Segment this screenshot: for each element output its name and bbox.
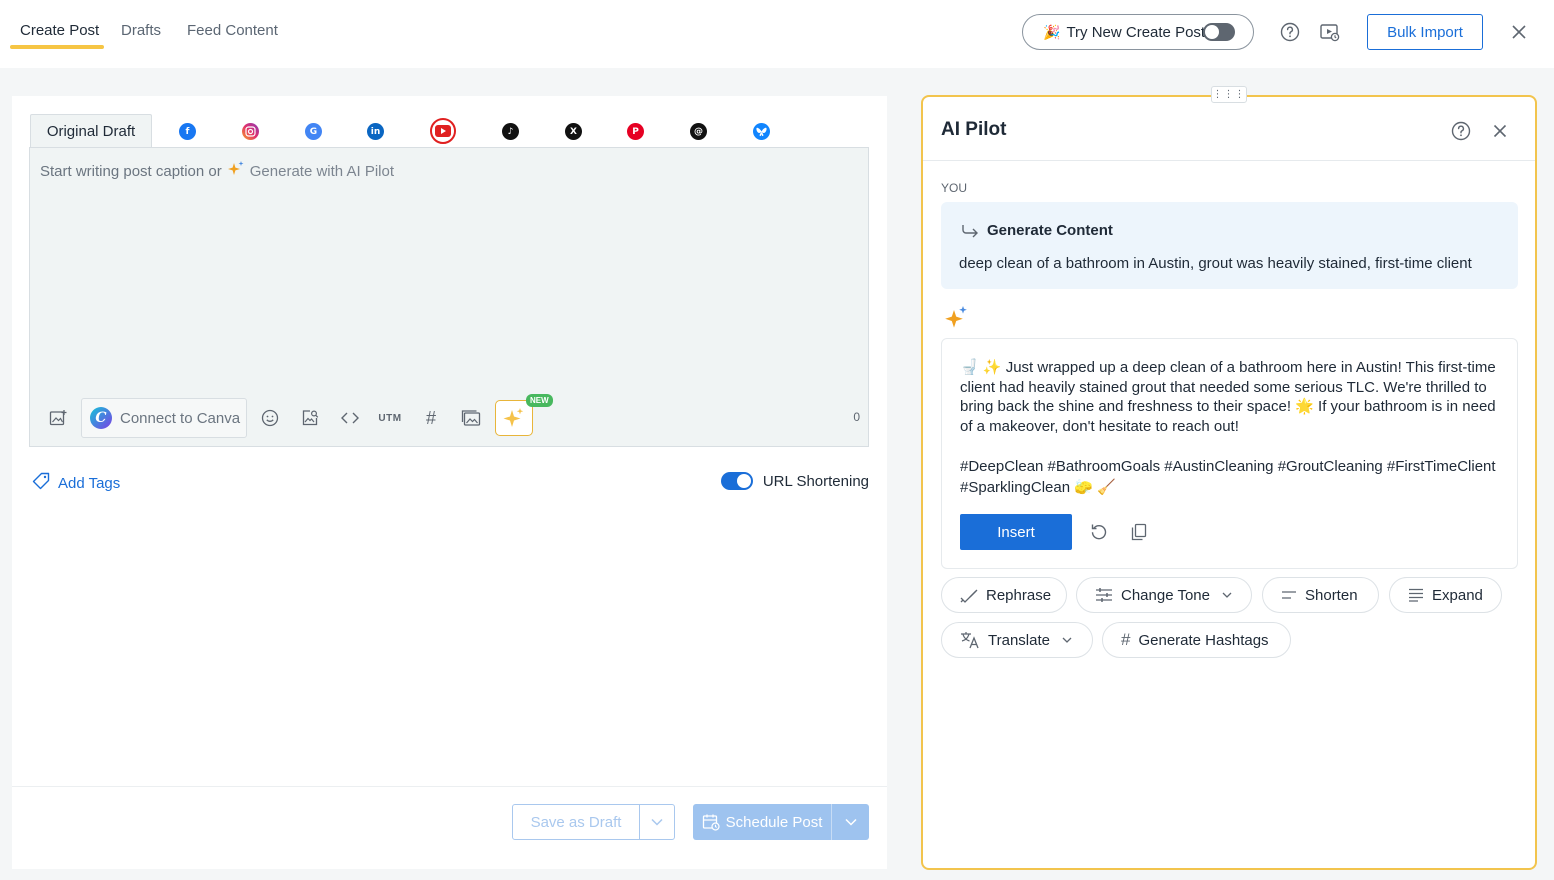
tab-original-draft[interactable]: Original Draft [30,114,152,148]
utm-icon[interactable]: UTM [376,407,404,429]
close-icon[interactable] [1489,120,1511,142]
schedule-post-label: Schedule Post [725,813,823,831]
ai-response-card: 🚽 ✨ Just wrapped up a deep clean of a ba… [941,338,1518,569]
schedule-post-button[interactable]: Schedule Post [693,804,832,840]
you-label: YOU [941,181,968,195]
help-icon[interactable] [1450,120,1472,142]
shorten-label: Shorten [1305,586,1358,604]
x-icon[interactable]: X [565,123,582,140]
expand-lines-icon [1409,588,1423,602]
insert-button[interactable]: Insert [960,514,1072,550]
youtube-icon[interactable] [430,118,456,144]
save-as-draft-button[interactable]: Save as Draft [513,805,640,839]
rephrase-icon [960,589,978,603]
bluesky-icon[interactable] [753,123,770,140]
hashtag-icon[interactable]: # [420,407,442,429]
linkedin-icon[interactable]: in [367,123,384,140]
chevron-down-icon [651,818,663,826]
header-divider [923,160,1535,161]
regenerate-icon[interactable] [1088,521,1110,543]
add-media-icon[interactable] [47,407,69,429]
generate-with-ai-link[interactable]: Generate with AI Pilot [250,163,394,180]
ai-pilot-panel: AI Pilot YOU Generate Content deep clean… [921,95,1537,870]
url-shortening-toggle[interactable] [720,472,753,490]
caption-editor[interactable]: Start writing post caption or Generate w… [29,147,869,447]
hashtag-icon: # [1121,630,1131,649]
active-tab-indicator [10,45,104,49]
translate-label: Translate [988,631,1050,649]
translate-icon [961,632,979,649]
response-hashtags: #DeepClean #BathroomGoals #AustinCleanin… [960,458,1496,496]
generate-hashtags-button[interactable]: # Generate Hashtags [1102,622,1291,658]
canva-label: Connect to Canva [120,409,241,427]
user-prompt-card: Generate Content deep clean of a bathroo… [941,202,1518,289]
schedule-dropdown[interactable] [832,804,869,840]
pinterest-icon[interactable]: P [627,123,644,140]
threads-icon[interactable]: @ [690,123,707,140]
tag-icon [32,472,50,494]
drag-handle-icon[interactable]: ⋮⋮⋮ [1211,86,1247,103]
prompt-title: Generate Content [961,222,1113,239]
instagram-icon[interactable] [242,123,259,140]
composer-panel: Original Draft f G in ♪ X P @ Start writ… [12,96,887,869]
bulk-import-button[interactable]: Bulk Import [1367,14,1483,50]
chevron-down-icon [1222,592,1232,598]
emoji-icon[interactable] [259,407,281,429]
rephrase-label: Rephrase [986,586,1052,604]
facebook-icon[interactable]: f [179,123,196,140]
character-count: 0 [853,410,860,424]
new-badge: NEW [526,394,553,407]
change-tone-button[interactable]: Change Tone [1076,577,1252,613]
url-shortening-setting: URL Shortening [720,472,869,490]
ai-pilot-title: AI Pilot [941,119,1007,140]
help-icon[interactable] [1279,21,1301,43]
rephrase-button[interactable]: Rephrase [941,577,1067,613]
response-text: 🚽 ✨ Just wrapped up a deep clean of a ba… [960,359,1496,435]
add-tags-button[interactable]: Add Tags [32,472,120,494]
expand-button[interactable]: Expand [1389,577,1502,613]
code-icon[interactable] [339,407,361,429]
network-tabs: Original Draft f G in ♪ X P @ [30,114,870,148]
shorten-button[interactable]: Shorten [1262,577,1379,613]
chevron-down-icon [1062,637,1072,643]
sliders-icon [1096,588,1112,602]
add-tags-label: Add Tags [58,474,121,492]
google-icon[interactable]: G [305,123,322,140]
calendar-clock-icon [702,814,720,831]
change-tone-label: Change Tone [1121,586,1210,604]
ai-sparkle-icon [943,305,969,334]
translate-button[interactable]: Translate [941,622,1093,658]
placeholder-text: Start writing post caption or [40,162,222,180]
tiktok-icon[interactable]: ♪ [502,123,519,140]
schedule-post-split-button: Schedule Post [693,804,869,840]
url-shortening-label: URL Shortening [762,472,869,490]
toggle-switch[interactable] [1203,23,1235,41]
image-search-icon[interactable] [299,407,321,429]
expand-label: Expand [1432,586,1483,604]
party-popper-icon: 🎉 [1043,23,1061,40]
copy-icon[interactable] [1128,521,1150,543]
canva-logo-icon: C [90,407,112,429]
tab-drafts[interactable]: Drafts [121,22,161,39]
footer-divider [12,786,887,787]
editor-placeholder: Start writing post caption or Generate w… [40,161,394,181]
generate-hashtags-label: Generate Hashtags [1138,631,1269,649]
sparkle-icon [227,161,244,181]
try-new-create-post-toggle[interactable]: 🎉 Try New Create Post [1022,14,1254,50]
tab-create-post[interactable]: Create Post [20,22,99,39]
shorten-icon [1282,591,1296,599]
reply-arrow-icon [962,224,978,237]
prompt-text: deep clean of a bathroom in Austin, grou… [959,255,1472,272]
tab-feed-content[interactable]: Feed Content [187,22,278,39]
chevron-down-icon [844,818,857,826]
try-new-label: Try New Create Post [1066,23,1206,41]
media-library-icon[interactable] [460,407,482,429]
connect-to-canva-button[interactable]: C Connect to Canva [81,398,247,438]
video-guide-icon[interactable] [1318,21,1342,43]
close-icon[interactable] [1508,21,1530,43]
top-bar: Create Post Drafts Feed Content 🎉 Try Ne… [0,0,1554,68]
save-draft-dropdown[interactable] [640,805,674,839]
save-as-draft-split-button: Save as Draft [512,804,675,840]
prompt-title-label: Generate Content [987,222,1113,239]
